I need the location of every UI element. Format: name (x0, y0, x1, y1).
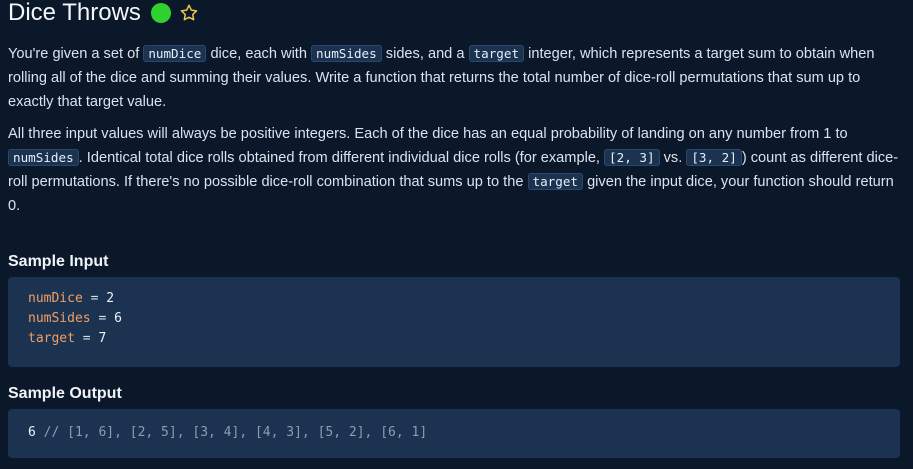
sample-input-line: numSides = 6 (28, 309, 880, 329)
input-value: 2 (106, 291, 115, 306)
problem-header: Dice Throws (8, 0, 903, 26)
inline-code: numSides (311, 45, 382, 62)
input-value: 6 (114, 311, 122, 326)
problem-page: Dice Throws You're given a set of numDic… (0, 0, 913, 469)
inline-code: numSides (8, 149, 79, 166)
input-variable-name: numDice (28, 291, 83, 306)
sample-input-line: numDice = 2 (28, 289, 880, 309)
problem-description: You're given a set of numDice dice, each… (8, 42, 903, 218)
description-text: You're given a set of (8, 46, 144, 62)
sample-input-code-block: numDice = 2 numSides = 6 target = 7 (8, 277, 900, 367)
star-icon[interactable] (178, 2, 200, 24)
description-text: sides, and a (381, 46, 469, 62)
description-text: dice, each with (206, 46, 312, 62)
assignment-operator: = (90, 311, 115, 326)
description-text: . Identical total dice rolls obtained fr… (78, 150, 605, 166)
description-text: vs. (659, 150, 687, 166)
input-variable-name: numSides (28, 311, 91, 326)
output-value: 6 (28, 425, 36, 440)
output-comment: // [1, 6], [2, 5], [3, 4], [4, 3], [5, 2… (35, 425, 428, 440)
status-dot-icon (150, 3, 171, 23)
sample-input-line: target = 7 (28, 329, 880, 349)
inline-code: [2, 3] (604, 149, 660, 166)
sample-output-code-block: 6 // [1, 6], [2, 5], [3, 4], [4, 3], [5,… (8, 409, 900, 458)
inline-code: target (468, 45, 525, 62)
sample-output-title: Sample Output (8, 385, 122, 402)
problem-title: Dice Throws (8, 0, 141, 26)
inline-code: numDice (143, 45, 207, 62)
input-value: 7 (98, 331, 107, 346)
sample-input-title: Sample Input (8, 253, 109, 270)
assignment-operator: = (74, 331, 99, 346)
description-paragraph-1: You're given a set of numDice dice, each… (8, 42, 903, 114)
assignment-operator: = (82, 291, 107, 306)
inline-code: target (527, 173, 584, 190)
description-text: All three input values will always be po… (8, 126, 848, 142)
inline-code: [3, 2] (686, 149, 742, 166)
description-paragraph-2: All three input values will always be po… (8, 122, 903, 218)
input-variable-name: target (28, 331, 75, 346)
